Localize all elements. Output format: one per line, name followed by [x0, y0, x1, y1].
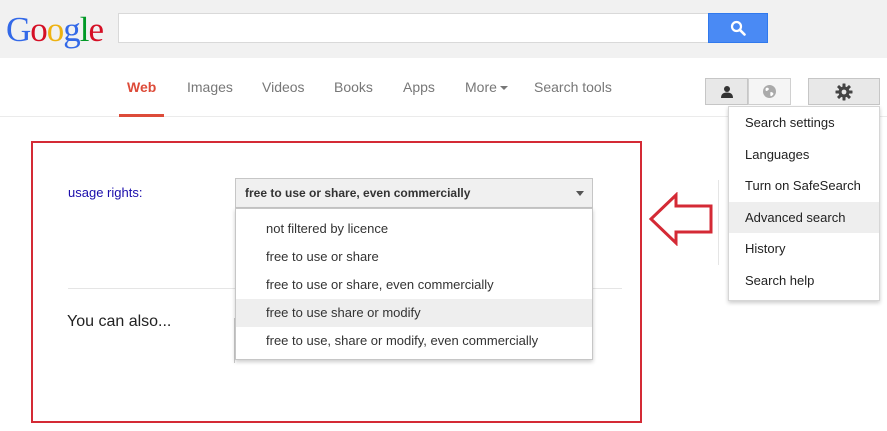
tab-books[interactable]: Books: [334, 79, 373, 95]
tab-more[interactable]: More: [465, 79, 508, 95]
tab-search-tools[interactable]: Search tools: [534, 79, 612, 95]
usage-rights-selected-value: free to use or share, even commercially: [245, 186, 471, 200]
globe-icon: [763, 85, 776, 98]
tab-apps[interactable]: Apps: [403, 79, 435, 95]
menu-item-advanced-search[interactable]: Advanced search: [729, 201, 879, 233]
usage-rights-select[interactable]: free to use or share, even commercially: [235, 178, 593, 208]
gear-icon: [835, 83, 853, 100]
account-button[interactable]: [705, 78, 748, 105]
user-icon: [720, 85, 733, 98]
dropdown-option-use-or-share[interactable]: free to use or share: [236, 243, 592, 271]
logo-letter: g: [63, 10, 80, 49]
divider: [718, 180, 719, 265]
dropdown-option-not-filtered[interactable]: not filtered by licence: [236, 215, 592, 243]
annotation-arrow-icon: [648, 192, 713, 246]
menu-item-safesearch[interactable]: Turn on SafeSearch: [729, 170, 879, 202]
search-input[interactable]: [118, 13, 709, 43]
tab-more-label: More: [465, 79, 497, 95]
chevron-down-icon: [499, 86, 508, 90]
menu-item-languages[interactable]: Languages: [729, 139, 879, 171]
logo-letter: G: [6, 10, 31, 49]
usage-rights-label: usage rights:: [68, 185, 143, 200]
tab-web[interactable]: Web: [127, 79, 156, 95]
settings-button[interactable]: [808, 78, 880, 105]
world-button[interactable]: [748, 78, 791, 105]
search-icon: [730, 20, 746, 36]
logo-letter: e: [88, 10, 105, 49]
menu-item-search-settings[interactable]: Search settings: [729, 107, 879, 139]
logo-letter: l: [79, 10, 90, 49]
search-button[interactable]: [708, 13, 768, 43]
tab-images[interactable]: Images: [187, 79, 233, 95]
usage-rights-dropdown: not filtered by licence free to use or s…: [235, 208, 593, 360]
dropdown-option-use-share-modify[interactable]: free to use share or modify: [236, 299, 592, 327]
active-tab-indicator: [119, 114, 164, 117]
menu-item-search-help[interactable]: Search help: [729, 265, 879, 297]
you-can-also-heading: You can also...: [67, 313, 172, 330]
tab-videos[interactable]: Videos: [262, 79, 305, 95]
logo-letter: o: [46, 10, 64, 49]
chevron-down-icon: [576, 191, 584, 196]
logo-letter: o: [30, 10, 47, 49]
settings-menu: Search settings Languages Turn on SafeSe…: [728, 106, 880, 301]
menu-item-history[interactable]: History: [729, 233, 879, 265]
dropdown-option-use-or-share-commercially[interactable]: free to use or share, even commercially: [236, 271, 592, 299]
google-logo[interactable]: Google: [6, 10, 105, 50]
dropdown-option-use-share-modify-commercially[interactable]: free to use, share or modify, even comme…: [236, 327, 592, 355]
